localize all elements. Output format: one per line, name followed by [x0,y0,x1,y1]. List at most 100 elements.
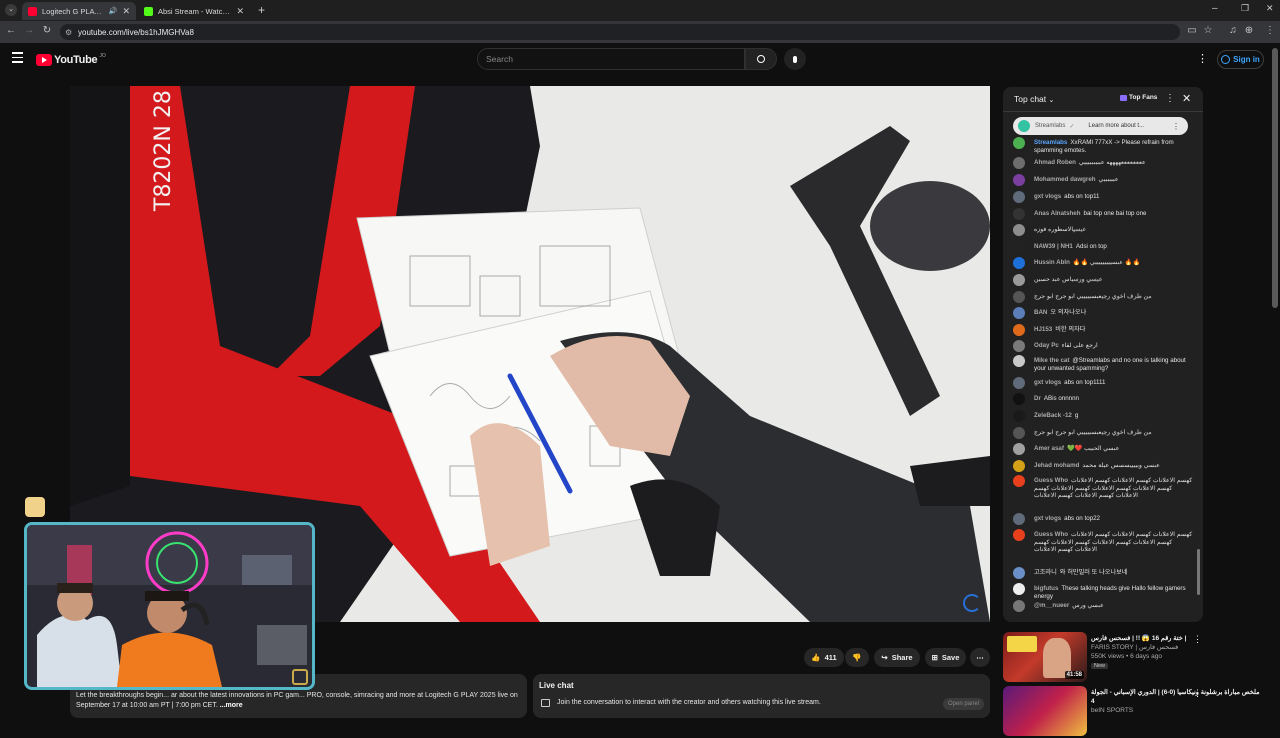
recommendation-menu-icon[interactable]: ⋮ [1193,634,1202,645]
recommendation-item[interactable]: 41:58 ختة رقم 16 😱 !! | فسحس فارس | FARI… [1003,632,1273,684]
more-actions-button[interactable]: ⋯ [970,648,990,667]
recommendation-title[interactable]: ملخص مباراة برشلونة ونيكاسيا (0-6) | الد… [1091,688,1261,706]
youtube-logo[interactable]: YouTube JO [36,53,106,67]
chat-avatar[interactable] [1013,157,1025,169]
chat-author[interactable]: bigfutus [1034,585,1058,592]
chat-avatar[interactable] [1013,427,1025,439]
chat-avatar[interactable] [1013,410,1025,422]
reload-icon[interactable]: ↻ [40,25,54,36]
chat-author[interactable]: عبسي ورس [1073,276,1102,283]
chat-author[interactable]: ZeleBack -12 [1034,412,1072,419]
pinned-message[interactable]: Streamlabs ✓ Learn more about t... ⋮ [1013,117,1188,135]
chat-author[interactable]: Mike the cat [1034,357,1069,364]
close-tab-icon[interactable]: ✕ [122,6,130,17]
minimize-icon[interactable]: – [1212,3,1218,14]
chat-author[interactable]: 고조라니 [1034,569,1057,576]
recommendation-channel[interactable]: beIN SPORTS [1091,706,1261,715]
chat-avatar[interactable] [1013,583,1025,595]
chat-avatar[interactable] [1013,340,1025,352]
top-fans-badge[interactable]: Top Fans [1120,94,1157,101]
search-input[interactable]: Search [477,48,745,70]
chat-avatar[interactable] [1013,443,1025,455]
chat-author[interactable]: Streamlabs [1034,139,1067,146]
chat-author[interactable]: Jehad mohamd [1034,462,1079,469]
chat-avatar[interactable] [1013,257,1025,269]
save-button[interactable]: ⊞ Save [925,648,966,667]
site-info-icon[interactable]: ⚙ [65,28,72,37]
chat-avatar[interactable] [1013,191,1025,203]
show-more-link[interactable]: ...more [220,702,243,709]
open-panel-button[interactable]: Open panel [943,698,984,710]
share-button[interactable]: ↪ Share [874,648,920,667]
like-button[interactable]: 👍 411 [804,648,844,667]
chat-author[interactable]: NAW39 | NH1 [1034,243,1073,250]
chat-author[interactable]: Oday Pc [1034,342,1059,349]
chat-author[interactable]: Dr [1034,395,1041,402]
chat-author[interactable]: gxt vlogs [1034,515,1061,522]
sign-in-button[interactable]: Sign in [1217,50,1264,69]
chat-author[interactable]: BAN [1034,309,1047,316]
page-scrollbar[interactable] [1272,48,1278,308]
dislike-button[interactable]: 👎 [845,648,869,667]
hamburger-menu-icon[interactable] [12,52,23,63]
chat-avatar[interactable] [1013,529,1025,541]
chat-avatar[interactable] [1013,174,1025,186]
chat-author[interactable]: عبسي [1073,226,1086,233]
recommendation-menu-icon[interactable]: ⋮ [1193,688,1202,699]
chat-author[interactable]: @m__nueer [1034,602,1069,609]
chat-menu-icon[interactable]: ⋮ [1165,93,1175,104]
chat-avatar[interactable] [1013,475,1025,487]
chat-avatar[interactable] [1013,224,1025,236]
video-thumbnail[interactable]: 41:58 [1003,632,1087,682]
chat-avatar[interactable] [1013,274,1025,286]
chat-author[interactable]: Anas Alnatsheh [1034,210,1081,217]
cast-icon[interactable]: ▭ [1185,25,1199,36]
browser-menu-icon[interactable]: ⋮ [1263,25,1277,36]
media-icon[interactable]: ♫ [1226,25,1240,36]
close-chat-icon[interactable]: ✕ [1182,92,1191,105]
chat-author[interactable]: gxt vlogs [1034,379,1061,386]
new-tab-icon[interactable]: + [258,3,265,17]
chat-mode-dropdown[interactable]: Top chat ⌄ [1014,94,1054,104]
video-thumbnail[interactable] [1003,686,1087,736]
voice-search-button[interactable] [784,48,806,70]
pinned-menu-icon[interactable]: ⋮ [1172,122,1180,131]
chat-author[interactable]: من طرف اخوي رجب [1101,293,1151,300]
chat-avatar[interactable] [1013,567,1025,579]
chat-avatar[interactable] [1013,291,1025,303]
chat-author[interactable]: من طرف اخوي رجب [1101,429,1151,436]
pinned-cta[interactable]: Learn more about t... [1088,123,1144,129]
settings-dots-icon[interactable]: ⋮ [1197,52,1208,65]
recommendation-item[interactable]: ملخص مباراة برشلونة ونيكاسيا (0-6) | الد… [1003,686,1273,738]
close-window-icon[interactable]: ✕ [1266,3,1274,14]
chat-avatar[interactable] [1013,393,1025,405]
recommendation-channel[interactable]: FARIS STORY | فسحس فارس [1091,643,1261,652]
chat-author[interactable]: Amer asaf [1034,445,1064,452]
chat-author[interactable]: HJ153 [1034,326,1052,333]
browser-tab-kick[interactable]: Absi Stream - Watch Live on K ✕ [138,2,250,20]
chat-scrollbar[interactable] [1197,549,1200,595]
close-tab-icon[interactable]: ✕ [236,6,244,17]
recommendation-title[interactable]: ختة رقم 16 😱 !! | فسحس فارس | [1091,634,1261,643]
search-button[interactable] [745,48,777,70]
bookmark-star-icon[interactable]: ☆ [1201,25,1215,36]
chat-author[interactable]: Hussin Abln [1034,259,1070,266]
chat-avatar[interactable] [1013,208,1025,220]
chat-avatar[interactable] [1013,355,1025,367]
extensions-icon[interactable]: ⊕ [1242,25,1256,36]
chat-avatar[interactable] [1013,513,1025,525]
chat-author[interactable]: Ahmad Roben [1034,159,1076,166]
chat-author[interactable]: Guess Who [1034,477,1068,484]
chat-author[interactable]: Guess Who [1034,531,1068,538]
chat-author[interactable]: gxt vlogs [1034,193,1061,200]
chat-avatar[interactable] [1013,307,1025,319]
browser-tab-youtube[interactable]: Logitech G PLAY 2025 - You 🔊 ✕ [22,2,136,20]
chat-avatar[interactable] [1013,137,1025,149]
tab-search-icon[interactable]: ⌄ [5,4,17,16]
chat-avatar[interactable] [1013,377,1025,389]
forward-icon[interactable]: → [22,25,36,36]
chat-author[interactable]: Mohammed dawgreh [1034,176,1096,183]
chat-avatar[interactable] [1013,460,1025,472]
chat-avatar[interactable] [1013,324,1025,336]
chat-avatar[interactable] [1013,600,1025,612]
